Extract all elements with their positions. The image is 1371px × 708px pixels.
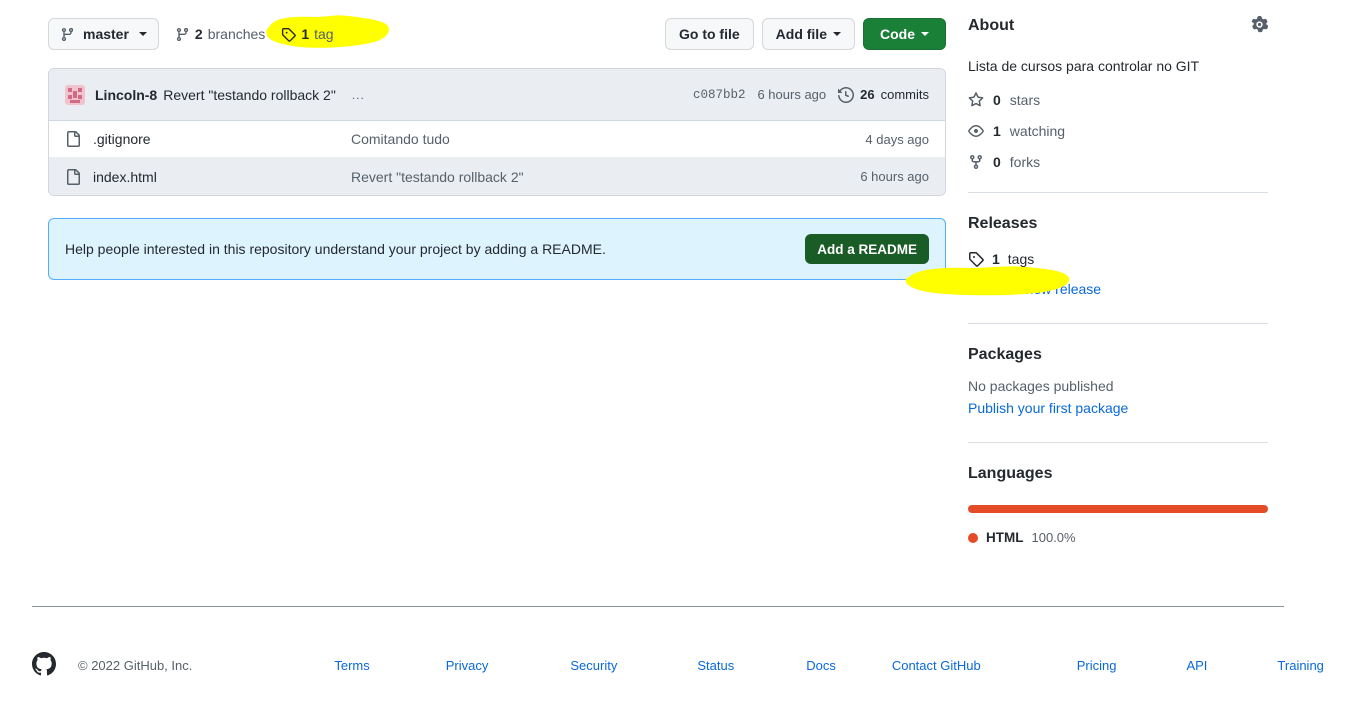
add-file-label: Add file <box>775 26 827 42</box>
footer-link-training[interactable]: Training <box>1277 658 1323 673</box>
footer-link-api[interactable]: API <box>1186 658 1207 673</box>
file-commit-message[interactable]: Revert "testando rollback 2" <box>351 169 860 185</box>
history-icon <box>838 86 855 103</box>
table-row[interactable]: index.html Revert "testando rollback 2" … <box>49 158 945 195</box>
file-list-box: Lincoln-8 Revert "testando rollback 2" .… <box>48 68 946 196</box>
footer: © 2022 GitHub, Inc. Terms Privacy Security… <box>32 652 1324 679</box>
packages-empty-text: No packages published <box>968 378 1114 394</box>
repo-sidebar: About Lista de cursos para controlar no … <box>968 16 1269 545</box>
about-title: About <box>968 17 1015 34</box>
commit-meta: c087bb2 6 hours ago 26 commits <box>693 86 929 103</box>
code-button[interactable]: Code <box>863 18 946 50</box>
footer-link-docs[interactable]: Docs <box>806 658 836 673</box>
forks-count: 0 <box>993 154 1001 170</box>
about-header: About <box>968 16 1269 36</box>
languages-title: Languages <box>968 465 1053 482</box>
file-commit-message[interactable]: Comitando tudo <box>351 131 865 147</box>
language-percent: 100.0% <box>1031 530 1076 545</box>
releases-title: Releases <box>968 215 1038 232</box>
tags-link[interactable]: 1 tag <box>281 26 334 42</box>
file-time: 4 days ago <box>865 131 929 147</box>
watching-stat[interactable]: 1 watching <box>968 123 1268 139</box>
forks-stat[interactable]: 0 forks <box>968 154 1268 170</box>
watching-label: watching <box>1009 123 1066 139</box>
branch-name-label: master <box>83 26 129 42</box>
commit-expand-button[interactable]: ... <box>345 86 371 103</box>
commit-time: 6 hours ago <box>757 87 827 102</box>
language-color-dot <box>968 532 978 543</box>
chevron-down-icon <box>138 32 147 36</box>
commits-count-link[interactable]: 26 commits <box>838 86 929 103</box>
footer-link-privacy[interactable]: Privacy <box>446 658 489 673</box>
footer-link-pricing[interactable]: Pricing <box>1077 658 1117 673</box>
branches-label: branches <box>207 26 266 42</box>
stars-label: stars <box>1009 92 1041 108</box>
readme-prompt-text: Help people interested in this repositor… <box>65 241 606 257</box>
fork-icon <box>970 155 982 170</box>
commits-number: 26 <box>860 87 875 102</box>
about-description: Lista de cursos para controlar no GIT <box>968 58 1200 74</box>
file-name-link[interactable]: index.html <box>93 169 351 185</box>
readme-prompt-banner: Help people interested in this repositor… <box>48 218 946 280</box>
language-legend-item[interactable]: HTML 100.0% <box>968 530 1268 545</box>
copyright-text: © 2022 GitHub, Inc. <box>78 658 193 673</box>
footer-link-status[interactable]: Status <box>697 658 734 673</box>
forks-label: forks <box>1009 154 1041 170</box>
footer-link-terms[interactable]: Terms <box>334 658 369 673</box>
repo-actions: Go to file Add file Code <box>664 18 946 50</box>
tags-label: tag <box>314 26 334 42</box>
eye-icon <box>968 125 984 137</box>
releases-tags-count: 1 <box>992 251 1000 267</box>
divider <box>968 442 1268 443</box>
branches-count: 2 <box>194 26 203 42</box>
go-to-file-button[interactable]: Go to file <box>664 18 754 50</box>
create-release-link[interactable]: Create a new release <box>968 281 1268 297</box>
github-repo-page: master 2 branches 1 tag Go to file Add f… <box>0 0 1371 708</box>
code-label: Code <box>880 26 915 42</box>
branches-link[interactable]: 2 branches <box>175 26 265 42</box>
stars-stat[interactable]: 0 stars <box>968 92 1268 108</box>
divider <box>968 323 1268 324</box>
stars-count: 0 <box>993 92 1001 108</box>
branch-selector-button[interactable]: master <box>48 18 159 50</box>
publish-package-link[interactable]: Publish your first package <box>968 400 1268 416</box>
file-name-link[interactable]: .gitignore <box>93 131 351 147</box>
footer-divider <box>32 606 1284 607</box>
chevron-down-icon <box>921 32 929 36</box>
footer-links: Terms Privacy Security Status Docs Contact Gi… <box>264 658 1371 673</box>
table-row[interactable]: .gitignore Comitando tudo 4 days ago <box>49 121 945 158</box>
github-logo-icon <box>32 652 56 679</box>
commit-sha[interactable]: c087bb2 <box>693 88 746 102</box>
releases-tags-link[interactable]: 1 tags <box>968 251 1268 267</box>
gear-icon[interactable] <box>1251 16 1269 36</box>
releases-tags-label: tags <box>1007 251 1035 267</box>
add-file-button[interactable]: Add file <box>761 18 855 50</box>
branch-icon <box>176 27 189 41</box>
chevron-down-icon <box>833 32 841 36</box>
repo-toolbar: master 2 branches 1 tag Go to file Add f… <box>48 14 946 54</box>
packages-title: Packages <box>968 346 1042 363</box>
tags-count: 1 <box>301 26 310 42</box>
latest-commit-row: Lincoln-8 Revert "testando rollback 2" .… <box>49 69 945 121</box>
add-readme-button[interactable]: Add a README <box>805 234 929 264</box>
file-icon <box>67 131 80 147</box>
file-time: 6 hours ago <box>860 169 929 184</box>
commit-author-link[interactable]: Lincoln-8 <box>95 87 157 103</box>
watching-count: 1 <box>993 123 1001 139</box>
language-bar <box>968 505 1268 513</box>
footer-link-contact-github[interactable]: Contact GitHub <box>892 658 981 673</box>
commits-label: commits <box>880 87 929 102</box>
avatar <box>65 84 85 105</box>
branch-icon <box>61 27 74 41</box>
commit-message-link[interactable]: Revert "testando rollback 2" <box>163 87 336 103</box>
repo-meta-links: 2 branches 1 tag <box>175 26 334 42</box>
divider <box>968 192 1268 193</box>
star-icon <box>968 92 984 107</box>
tag-icon <box>282 27 297 42</box>
tag-icon <box>969 252 984 267</box>
file-icon <box>67 168 80 185</box>
repo-main-column: master 2 branches 1 tag Go to file Add f… <box>48 14 946 280</box>
footer-link-security[interactable]: Security <box>570 658 617 673</box>
language-name: HTML <box>986 530 1024 545</box>
